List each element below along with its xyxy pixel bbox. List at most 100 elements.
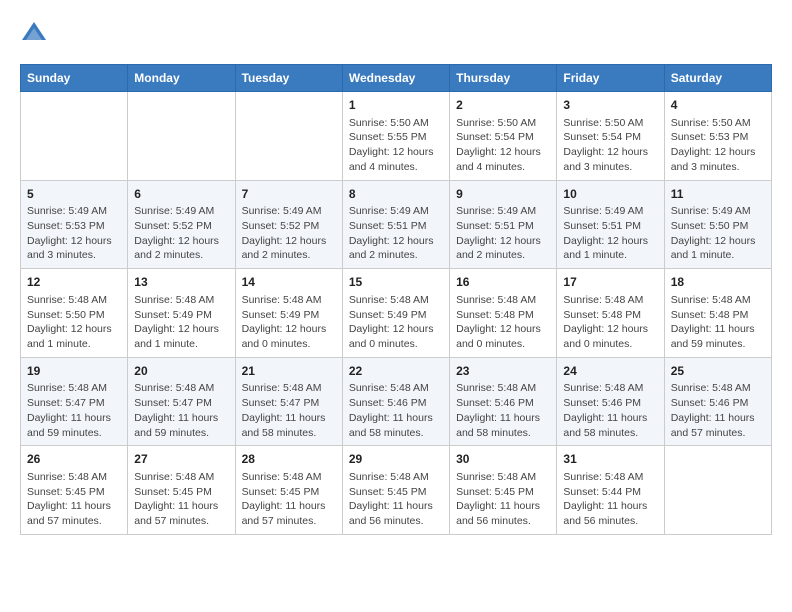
- daylight-text: Daylight: 12 hours and 1 minute.: [671, 235, 756, 262]
- sunset-text: Sunset: 5:48 PM: [563, 309, 641, 321]
- calendar-cell: 1Sunrise: 5:50 AMSunset: 5:55 PMDaylight…: [342, 92, 449, 181]
- page-header: [20, 20, 772, 48]
- calendar-cell: 13Sunrise: 5:48 AMSunset: 5:49 PMDayligh…: [128, 269, 235, 358]
- sunrise-text: Sunrise: 5:48 AM: [456, 471, 536, 483]
- daylight-text: Daylight: 11 hours and 59 minutes.: [134, 412, 218, 439]
- calendar-cell: 26Sunrise: 5:48 AMSunset: 5:45 PMDayligh…: [21, 446, 128, 535]
- day-number: 2: [456, 97, 550, 114]
- calendar-cell: 18Sunrise: 5:48 AMSunset: 5:48 PMDayligh…: [664, 269, 771, 358]
- day-number: 11: [671, 186, 765, 203]
- day-number: 14: [242, 274, 336, 291]
- daylight-text: Daylight: 12 hours and 0 minutes.: [563, 323, 648, 350]
- sunset-text: Sunset: 5:47 PM: [27, 397, 105, 409]
- sunrise-text: Sunrise: 5:49 AM: [349, 205, 429, 217]
- calendar-cell: 21Sunrise: 5:48 AMSunset: 5:47 PMDayligh…: [235, 357, 342, 446]
- daylight-text: Daylight: 11 hours and 58 minutes.: [563, 412, 647, 439]
- day-number: 8: [349, 186, 443, 203]
- calendar-cell: 27Sunrise: 5:48 AMSunset: 5:45 PMDayligh…: [128, 446, 235, 535]
- calendar-cell: 16Sunrise: 5:48 AMSunset: 5:48 PMDayligh…: [450, 269, 557, 358]
- sunset-text: Sunset: 5:45 PM: [349, 486, 427, 498]
- sunrise-text: Sunrise: 5:49 AM: [563, 205, 643, 217]
- calendar-cell: 23Sunrise: 5:48 AMSunset: 5:46 PMDayligh…: [450, 357, 557, 446]
- calendar-cell: 31Sunrise: 5:48 AMSunset: 5:44 PMDayligh…: [557, 446, 664, 535]
- header-tuesday: Tuesday: [235, 65, 342, 92]
- sunrise-text: Sunrise: 5:49 AM: [242, 205, 322, 217]
- calendar-cell: 14 Sunrise: 5:48 AM Sunset: 5:49 PM Dayligh…: [235, 269, 342, 358]
- day-number: 7: [242, 186, 336, 203]
- daylight-text: Daylight: 11 hours and 56 minutes.: [349, 500, 433, 527]
- calendar-cell: [664, 446, 771, 535]
- daylight-text: Daylight: 12 hours and 1 minute.: [134, 323, 219, 350]
- calendar-cell: [128, 92, 235, 181]
- sunset-text: Sunset: 5:51 PM: [456, 220, 534, 232]
- sunrise-text: Sunrise: 5:49 AM: [456, 205, 536, 217]
- daylight-text: Daylight: 11 hours and 57 minutes.: [134, 500, 218, 527]
- daylight-text: Daylight: 11 hours and 57 minutes.: [242, 500, 326, 527]
- sunset-text: Sunset: 5:47 PM: [242, 397, 320, 409]
- sunrise-text: Sunrise: 5:50 AM: [671, 117, 751, 129]
- calendar-cell: 28Sunrise: 5:48 AMSunset: 5:45 PMDayligh…: [235, 446, 342, 535]
- daylight-text: Daylight: 12 hours and 0 minutes.: [349, 323, 434, 350]
- sunset-text: Sunset: 5:49 PM: [134, 309, 212, 321]
- calendar-cell: 22Sunrise: 5:48 AMSunset: 5:46 PMDayligh…: [342, 357, 449, 446]
- calendar-header: SundayMondayTuesdayWednesdayThursdayFrid…: [21, 65, 772, 92]
- calendar-week-1: 1Sunrise: 5:50 AMSunset: 5:55 PMDaylight…: [21, 92, 772, 181]
- daylight-text: Daylight: 11 hours and 57 minutes.: [671, 412, 755, 439]
- sunrise-text: Sunrise: 5:48 AM: [242, 294, 322, 306]
- day-number: 6: [134, 186, 228, 203]
- calendar-cell: 29 Sunrise: 5:48 AM Sunset: 5:45 PM Dayligh…: [342, 446, 449, 535]
- day-number: 26: [27, 451, 121, 468]
- sunrise-text: Sunrise: 5:49 AM: [134, 205, 214, 217]
- sunset-text: Sunset: 5:51 PM: [563, 220, 641, 232]
- day-number: 13: [134, 274, 228, 291]
- sunset-text: Sunset: 5:53 PM: [671, 131, 749, 143]
- header-saturday: Saturday: [664, 65, 771, 92]
- day-number: 4: [671, 97, 765, 114]
- daylight-text: Daylight: 11 hours and 59 minutes.: [27, 412, 111, 439]
- day-number: 29: [349, 451, 443, 468]
- sunrise-text: Sunrise: 5:48 AM: [134, 382, 214, 394]
- sunset-text: Sunset: 5:51 PM: [349, 220, 427, 232]
- day-number: 18: [671, 274, 765, 291]
- sunrise-text: Sunrise: 5:48 AM: [242, 471, 322, 483]
- sunset-text: Sunset: 5:46 PM: [563, 397, 641, 409]
- sunset-text: Sunset: 5:49 PM: [242, 309, 320, 321]
- sunrise-text: Sunrise: 5:49 AM: [671, 205, 751, 217]
- calendar-cell: 25Sunrise: 5:48 AMSunset: 5:46 PMDayligh…: [664, 357, 771, 446]
- day-number: 1: [349, 97, 443, 114]
- sunset-text: Sunset: 5:50 PM: [671, 220, 749, 232]
- sunrise-text: Sunrise: 5:48 AM: [349, 294, 429, 306]
- sunset-text: Sunset: 5:53 PM: [27, 220, 105, 232]
- day-number: 25: [671, 363, 765, 380]
- calendar-cell: 3Sunrise: 5:50 AMSunset: 5:54 PMDaylight…: [557, 92, 664, 181]
- sunset-text: Sunset: 5:46 PM: [456, 397, 534, 409]
- day-number: 30: [456, 451, 550, 468]
- day-number: 10: [563, 186, 657, 203]
- daylight-text: Daylight: 12 hours and 4 minutes.: [349, 146, 434, 173]
- daylight-text: Daylight: 11 hours and 58 minutes.: [349, 412, 433, 439]
- sunrise-text: Sunrise: 5:48 AM: [134, 471, 214, 483]
- sunrise-text: Sunrise: 5:50 AM: [563, 117, 643, 129]
- sunrise-text: Sunrise: 5:48 AM: [563, 471, 643, 483]
- day-number: 23: [456, 363, 550, 380]
- sunset-text: Sunset: 5:44 PM: [563, 486, 641, 498]
- calendar-table: SundayMondayTuesdayWednesdayThursdayFrid…: [20, 64, 772, 535]
- sunrise-text: Sunrise: 5:48 AM: [349, 471, 429, 483]
- day-number: 20: [134, 363, 228, 380]
- header-monday: Monday: [128, 65, 235, 92]
- header-sunday: Sunday: [21, 65, 128, 92]
- sunrise-text: Sunrise: 5:48 AM: [27, 382, 107, 394]
- day-number: 22: [349, 363, 443, 380]
- daylight-text: Daylight: 11 hours and 56 minutes.: [563, 500, 647, 527]
- daylight-text: Daylight: 12 hours and 2 minutes.: [242, 235, 327, 262]
- daylight-text: Daylight: 12 hours and 0 minutes.: [242, 323, 327, 350]
- day-number: 3: [563, 97, 657, 114]
- daylight-text: Daylight: 12 hours and 1 minute.: [563, 235, 648, 262]
- sunrise-text: Sunrise: 5:48 AM: [563, 294, 643, 306]
- sunset-text: Sunset: 5:47 PM: [134, 397, 212, 409]
- sunset-text: Sunset: 5:46 PM: [349, 397, 427, 409]
- day-number: 27: [134, 451, 228, 468]
- sunset-text: Sunset: 5:49 PM: [349, 309, 427, 321]
- daylight-text: Daylight: 11 hours and 59 minutes.: [671, 323, 755, 350]
- calendar-cell: 4Sunrise: 5:50 AMSunset: 5:53 PMDaylight…: [664, 92, 771, 181]
